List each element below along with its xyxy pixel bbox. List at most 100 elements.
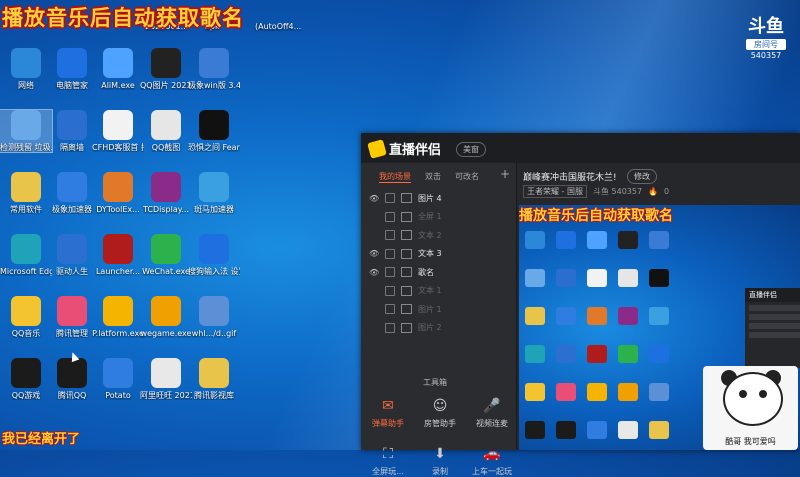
- desktop-icon[interactable]: whl.../d..gif: [188, 296, 240, 338]
- desktop-icon[interactable]: 检测残留 垃圾...: [0, 109, 53, 153]
- lock-icon[interactable]: [385, 267, 395, 277]
- eye-icon[interactable]: 👁: [369, 194, 379, 203]
- source-item[interactable]: 文本 2: [369, 228, 442, 242]
- desktop-icon[interactable]: DYToolEx...: [92, 172, 144, 214]
- source-label: 图片 4: [418, 193, 442, 203]
- desktop-icon[interactable]: Potato: [92, 358, 144, 400]
- desktop-icon[interactable]: 腾讯QQ: [46, 358, 98, 400]
- desktop-icon[interactable]: 隔离墙: [46, 110, 98, 152]
- preview-game-icon: [649, 269, 669, 287]
- desktop-icon[interactable]: 腾讯影视库: [188, 358, 240, 400]
- desktop-icon[interactable]: WeChat.exe: [140, 234, 192, 276]
- desktop-icon[interactable]: 阿里旺旺 2021081...: [140, 358, 192, 400]
- app-logo-text: 直播伴侣: [389, 143, 442, 158]
- desktop-icon[interactable]: Launcher...: [92, 234, 144, 276]
- eye-icon[interactable]: 👁: [369, 249, 379, 258]
- desktop-icon[interactable]: 极象win版 3.4.0.exe: [188, 48, 240, 90]
- tool-button[interactable]: 🎤 视频连麦: [471, 397, 513, 429]
- lock-icon[interactable]: [385, 304, 395, 314]
- source-label: 图片 1: [418, 304, 442, 314]
- lock-icon[interactable]: [385, 285, 395, 296]
- recycle-bin-icon: [11, 110, 41, 140]
- app-title-bar: 直播伴侣 美窗: [361, 133, 800, 163]
- preview-wegame-icon: [618, 383, 638, 401]
- preview-nested-window: 直播伴侣: [745, 288, 800, 368]
- desktop-icon[interactable]: QQ音乐: [0, 296, 52, 338]
- preview-wegame-icon: [587, 383, 607, 401]
- desktop-icon[interactable]: wegame.exe: [140, 296, 192, 338]
- tab-double-click[interactable]: 双击: [425, 171, 441, 183]
- desktop-icon[interactable]: 恐惧之间 Fear sun...: [188, 110, 240, 152]
- desktop-icon[interactable]: TCDisplay...: [140, 172, 192, 214]
- source-item[interactable]: 👁 文本 3: [369, 247, 442, 261]
- douyu-glyph: 斗鱼: [748, 16, 784, 37]
- preview-wechat-icon: [618, 345, 638, 363]
- lock-icon[interactable]: [385, 230, 395, 240]
- desktop-icon[interactable]: QQ图片 2021080b...: [140, 48, 192, 90]
- beauty-pill-button[interactable]: 美窗: [456, 142, 486, 157]
- add-scene-icon[interactable]: +: [500, 167, 510, 181]
- image-icon: [199, 296, 229, 326]
- desktop-icon[interactable]: CFHD客服首 拉大...: [92, 110, 144, 152]
- preview-qq-icon: [556, 269, 576, 287]
- edge-icon: [11, 234, 41, 264]
- tool-button[interactable]: ✉ 弹幕助手: [367, 397, 409, 429]
- desktop-icon[interactable]: QQ游戏: [0, 358, 52, 400]
- meme-face: [723, 372, 783, 426]
- preview-image-icon: [649, 383, 669, 401]
- desktop-icon[interactable]: AliM.exe: [92, 48, 144, 90]
- desktop-icon[interactable]: 电脑管家: [46, 48, 98, 90]
- source-item[interactable]: 图片 1: [369, 302, 442, 316]
- source-item[interactable]: 👁 歌名: [369, 265, 434, 279]
- tab-rename[interactable]: 可改名: [455, 171, 479, 183]
- preview-rocket-icon: [556, 307, 576, 325]
- manager-icon: ☺: [432, 398, 448, 414]
- desktop-icon-label: 极象win版 3.4.0.exe: [188, 81, 240, 90]
- desktop-icon[interactable]: 网络: [0, 48, 52, 90]
- edit-title-button[interactable]: 修改: [627, 169, 657, 184]
- preview-sogou-icon: [649, 345, 669, 363]
- desktop-icon-label: 腾讯管理: [56, 329, 88, 338]
- desktop-icon[interactable]: 搜狗输入法 设置: [188, 234, 240, 276]
- tool-label: 上车一起玩: [472, 467, 512, 476]
- tool-button[interactable]: ☺ 房管助手: [419, 397, 461, 429]
- grid-icon: [57, 296, 87, 326]
- desktop-icon[interactable]: 腾讯管理: [46, 296, 98, 338]
- lock-icon[interactable]: [385, 211, 395, 222]
- desktop-icon[interactable]: 常用软件: [0, 172, 52, 214]
- desktop-icon[interactable]: Microsoft Edge: [0, 234, 52, 276]
- eye-icon[interactable]: 👁: [369, 268, 379, 277]
- qq-icon: [57, 110, 87, 140]
- desktop-icon-label: 常用软件: [10, 205, 42, 214]
- douyu-logo: 斗鱼 房间号 540357: [742, 12, 790, 60]
- source-item[interactable]: 全屏 1: [369, 210, 442, 224]
- lock-icon[interactable]: [385, 193, 395, 203]
- wegame-icon: [103, 296, 133, 326]
- source-label: 文本 3: [418, 249, 442, 258]
- document-icon: [103, 110, 133, 140]
- rocket-icon: [57, 172, 87, 202]
- preview-overlay-title: 播放音乐后自动获取歌名: [519, 208, 673, 224]
- lock-icon[interactable]: [385, 248, 395, 259]
- desktop-icon[interactable]: 极象加速器: [46, 172, 98, 214]
- category-selector[interactable]: 王者荣耀 - 国服: [523, 185, 587, 198]
- source-item[interactable]: 图片 2: [369, 321, 442, 335]
- desktop-icon[interactable]: 驱动人生: [46, 234, 98, 276]
- wechat-icon: [151, 234, 181, 264]
- desktop-icon[interactable]: QQ截图: [140, 110, 192, 152]
- desktop-icon-label: Launcher...: [95, 267, 141, 276]
- desktop-icon[interactable]: P.latform.exe: [92, 296, 144, 338]
- room-number: 斗鱼 540357: [592, 187, 643, 196]
- image-icon: [151, 110, 181, 140]
- tool-icon: [103, 172, 133, 202]
- tab-my-scenes[interactable]: 我的场景: [379, 171, 411, 183]
- desktop-icon[interactable]: 斑马加速器: [188, 172, 240, 214]
- fire-icon: 🔥: [648, 187, 659, 196]
- app-logo: 直播伴侣: [367, 138, 442, 159]
- source-label: 图片 2: [418, 323, 442, 332]
- top-strip-label[interactable]: (AutoOff4...: [255, 22, 301, 31]
- source-label: 歌名: [418, 267, 434, 277]
- source-item[interactable]: 文本 1: [369, 284, 442, 298]
- lock-icon[interactable]: [385, 322, 395, 333]
- source-item[interactable]: 👁 图片 4: [369, 191, 442, 205]
